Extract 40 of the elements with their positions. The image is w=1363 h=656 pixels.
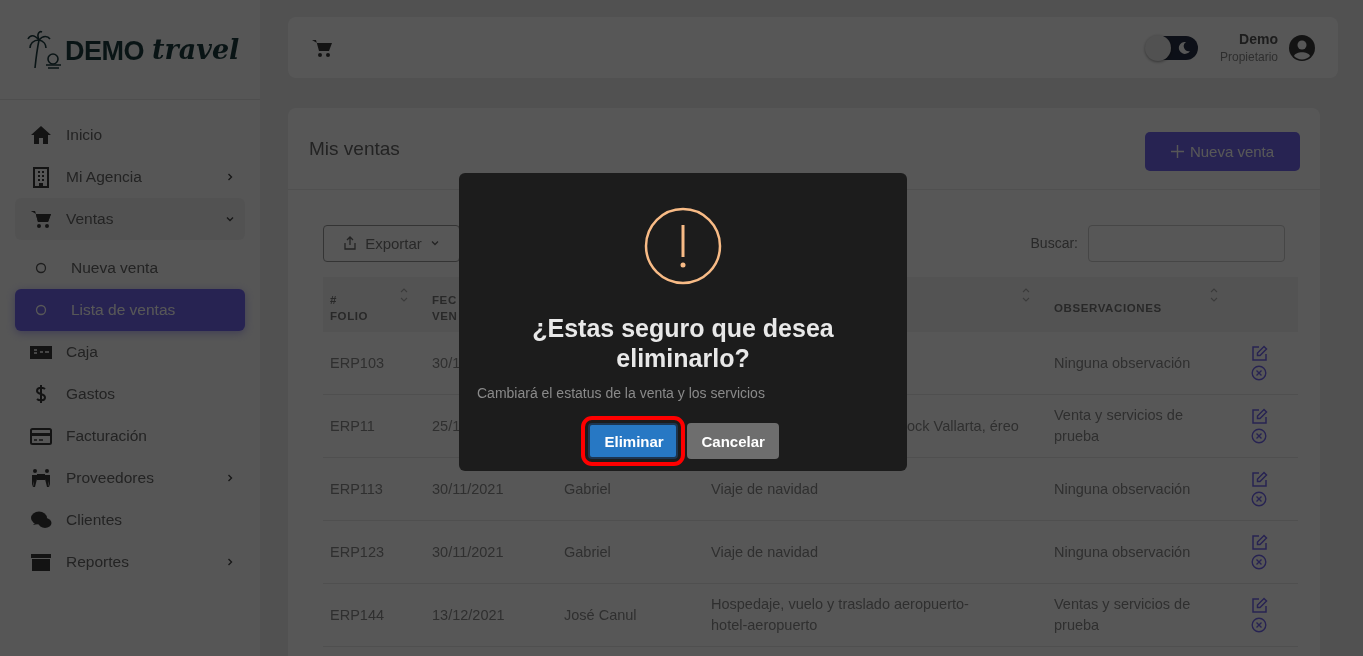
dialog-message: Cambiará el estatus de la venta y los servicios bbox=[477, 385, 766, 401]
upload-icon bbox=[343, 236, 358, 250]
chevron-icon bbox=[225, 172, 235, 182]
sort-icon[interactable] bbox=[399, 286, 409, 304]
chevron-icon bbox=[225, 557, 235, 567]
building-icon bbox=[30, 166, 52, 188]
chat-icon bbox=[30, 509, 52, 531]
edit-icon[interactable] bbox=[1251, 534, 1268, 551]
sort-icon[interactable] bbox=[1209, 286, 1219, 304]
home-icon bbox=[30, 124, 52, 146]
moon-icon bbox=[1176, 40, 1191, 55]
warning-icon bbox=[644, 207, 722, 285]
cancel-button[interactable]: Cancelar bbox=[686, 423, 779, 459]
delete-icon[interactable] bbox=[1251, 428, 1267, 444]
credit-card-icon bbox=[30, 425, 52, 447]
caret-icon bbox=[429, 238, 440, 248]
circle-icon bbox=[35, 304, 47, 316]
dialog-title: ¿Estas seguro que desea eliminarlo? bbox=[531, 313, 835, 373]
cart-icon bbox=[30, 208, 52, 230]
user-name: Demo bbox=[1239, 31, 1278, 47]
delete-icon[interactable] bbox=[1251, 617, 1267, 633]
edit-icon[interactable] bbox=[1251, 408, 1268, 425]
people-icon bbox=[30, 467, 52, 489]
avatar-icon[interactable] bbox=[1288, 33, 1316, 62]
circle-icon bbox=[35, 262, 47, 274]
chevron-icon bbox=[225, 473, 235, 483]
plus-icon bbox=[1170, 145, 1184, 158]
logo-text: DEMO bbox=[65, 36, 144, 67]
edit-icon[interactable] bbox=[1251, 471, 1268, 488]
sort-icon[interactable] bbox=[1021, 286, 1031, 304]
edit-icon[interactable] bbox=[1251, 597, 1268, 614]
delete-icon[interactable] bbox=[1251, 491, 1267, 507]
palm-tree-icon bbox=[27, 29, 63, 70]
delete-icon[interactable] bbox=[1251, 365, 1267, 381]
edit-icon[interactable] bbox=[1251, 345, 1268, 362]
delete-icon[interactable] bbox=[1251, 554, 1267, 570]
theme-toggle[interactable] bbox=[1145, 35, 1198, 60]
logo-text: travel bbox=[152, 34, 240, 65]
chevron-icon bbox=[225, 214, 235, 224]
archive-icon bbox=[30, 551, 52, 573]
